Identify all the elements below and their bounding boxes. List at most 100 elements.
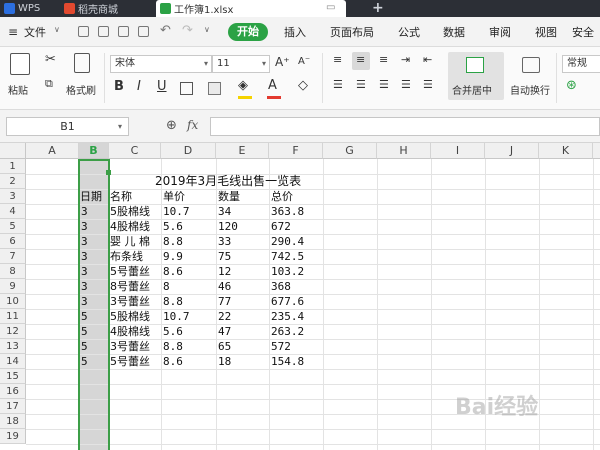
row-header[interactable]: 13 bbox=[0, 339, 26, 354]
cell-name[interactable]: 5号蕾丝 bbox=[110, 264, 161, 279]
cell-date[interactable]: 3 bbox=[81, 234, 109, 249]
copy-icon[interactable]: ⧉ bbox=[45, 77, 53, 91]
cell-qty[interactable]: 47 bbox=[218, 324, 269, 339]
cell-price[interactable]: 10.7 bbox=[163, 204, 216, 219]
cell-price[interactable]: 5.6 bbox=[163, 324, 216, 339]
tab-data[interactable]: 数据 bbox=[443, 24, 465, 40]
outdent-icon[interactable]: ⇤ bbox=[423, 53, 432, 66]
row-header[interactable]: 1 bbox=[0, 159, 26, 174]
cell-price[interactable]: 8 bbox=[163, 279, 216, 294]
bold-icon[interactable]: B bbox=[114, 79, 124, 94]
customize-chevron-icon[interactable]: ∨ bbox=[204, 25, 210, 34]
cell-date[interactable]: 3 bbox=[81, 204, 109, 219]
cell-date[interactable]: 3 bbox=[81, 264, 109, 279]
row-header[interactable]: 15 bbox=[0, 369, 26, 384]
row-header[interactable]: 6 bbox=[0, 234, 26, 249]
cut-icon[interactable]: ✂ bbox=[45, 52, 56, 67]
cell-qty[interactable]: 75 bbox=[218, 249, 269, 264]
justify-icon[interactable]: ☰ bbox=[401, 78, 411, 91]
column-header[interactable]: H bbox=[377, 143, 431, 159]
cell-name[interactable]: 4股棉线 bbox=[110, 324, 161, 339]
row-header[interactable]: 7 bbox=[0, 249, 26, 264]
clear-format-icon[interactable]: ◇ bbox=[298, 78, 308, 93]
wrap-text-icon[interactable] bbox=[522, 57, 540, 73]
cell-qty[interactable]: 18 bbox=[218, 354, 269, 369]
align-middle-icon[interactable]: ≡ bbox=[356, 53, 365, 66]
column-header-selected[interactable]: B bbox=[79, 143, 109, 159]
align-left-icon[interactable]: ☰ bbox=[333, 78, 343, 91]
column-header[interactable]: G bbox=[323, 143, 377, 159]
cell-total[interactable]: 103.2 bbox=[271, 264, 323, 279]
hamburger-icon[interactable]: ≡ bbox=[8, 25, 18, 39]
underline-icon[interactable]: U bbox=[157, 79, 167, 94]
tab-start[interactable]: 开始 bbox=[228, 23, 268, 41]
zoom-icon[interactable]: ⊕ bbox=[166, 118, 177, 133]
cell-date[interactable]: 5 bbox=[81, 324, 109, 339]
row-header[interactable]: 12 bbox=[0, 324, 26, 339]
cell-qty[interactable]: 34 bbox=[218, 204, 269, 219]
cell-style-icon[interactable] bbox=[208, 82, 221, 95]
cell-date[interactable]: 3 bbox=[81, 294, 109, 309]
font-size-select[interactable]: 11 ▾ bbox=[212, 55, 270, 73]
save-icon[interactable] bbox=[78, 26, 89, 37]
cell-qty[interactable]: 33 bbox=[218, 234, 269, 249]
cell-total[interactable]: 672 bbox=[271, 219, 323, 234]
name-box[interactable]: B1 bbox=[6, 117, 129, 136]
cell-total[interactable]: 290.4 bbox=[271, 234, 323, 249]
row-header[interactable]: 11 bbox=[0, 309, 26, 324]
tab-wps[interactable]: WPS bbox=[0, 0, 58, 17]
cell-qty[interactable]: 77 bbox=[218, 294, 269, 309]
column-header[interactable]: I bbox=[431, 143, 485, 159]
header-name[interactable]: 名称 bbox=[110, 189, 161, 204]
cell-total[interactable]: 677.6 bbox=[271, 294, 323, 309]
cell-price[interactable]: 9.9 bbox=[163, 249, 216, 264]
row-header[interactable]: 2 bbox=[0, 174, 26, 189]
formula-input[interactable] bbox=[210, 117, 600, 136]
cell-name[interactable]: 3号蕾丝 bbox=[110, 294, 161, 309]
fx-icon[interactable]: fx bbox=[187, 118, 198, 132]
cell-date[interactable]: 3 bbox=[81, 249, 109, 264]
column-header[interactable]: F bbox=[269, 143, 323, 159]
column-header[interactable]: K bbox=[539, 143, 593, 159]
format-painter-icon[interactable] bbox=[74, 53, 90, 73]
select-all-corner[interactable] bbox=[0, 143, 26, 159]
cell-date[interactable]: 3 bbox=[81, 279, 109, 294]
row-header[interactable]: 17 bbox=[0, 399, 26, 414]
chevron-down-icon[interactable]: ▾ bbox=[118, 122, 122, 131]
print-icon[interactable] bbox=[118, 26, 129, 37]
cell-name[interactable]: 5股棉线 bbox=[110, 204, 161, 219]
chevron-down-icon[interactable]: ∨ bbox=[54, 25, 60, 34]
cell-total[interactable]: 572 bbox=[271, 339, 323, 354]
align-bottom-icon[interactable]: ≡ bbox=[379, 53, 388, 66]
cell-name[interactable]: 布条线 bbox=[110, 249, 161, 264]
row-header[interactable]: 10 bbox=[0, 294, 26, 309]
number-format-select[interactable]: 常规 bbox=[562, 55, 600, 73]
row-header[interactable]: 18 bbox=[0, 414, 26, 429]
tab-insert[interactable]: 插入 bbox=[284, 24, 306, 40]
new-tab-button[interactable]: + bbox=[372, 0, 384, 16]
menu-file[interactable]: 文件 bbox=[24, 24, 46, 40]
tab-security[interactable]: 安全 bbox=[572, 24, 594, 40]
cell-price[interactable]: 8.8 bbox=[163, 234, 216, 249]
column-header-overflow[interactable] bbox=[593, 143, 600, 159]
header-date[interactable]: 日期 bbox=[80, 189, 110, 204]
border-icon[interactable] bbox=[180, 82, 193, 95]
fill-color-icon[interactable]: ◈ bbox=[238, 78, 248, 93]
table-title[interactable]: 2019年3月毛线出售一览表 bbox=[155, 174, 355, 189]
column-header[interactable]: J bbox=[485, 143, 539, 159]
cell-name[interactable]: 5股棉线 bbox=[110, 309, 161, 324]
tab-review[interactable]: 审阅 bbox=[489, 24, 511, 40]
currency-icon[interactable]: ⊛ bbox=[566, 78, 577, 93]
cell-date[interactable]: 5 bbox=[81, 354, 109, 369]
paste-button[interactable]: 粘贴 bbox=[8, 82, 28, 97]
header-qty[interactable]: 数量 bbox=[218, 189, 269, 204]
tab-docer-store[interactable]: 稻壳商城 bbox=[60, 0, 152, 17]
cell-price[interactable]: 8.6 bbox=[163, 354, 216, 369]
tab-view[interactable]: 视图 bbox=[535, 24, 557, 40]
tab-formulas[interactable]: 公式 bbox=[398, 24, 420, 40]
indent-icon[interactable]: ⇥ bbox=[401, 53, 410, 66]
column-header[interactable]: A bbox=[26, 143, 79, 159]
column-header[interactable]: E bbox=[216, 143, 269, 159]
paste-icon[interactable] bbox=[10, 53, 30, 75]
cell-qty[interactable]: 46 bbox=[218, 279, 269, 294]
